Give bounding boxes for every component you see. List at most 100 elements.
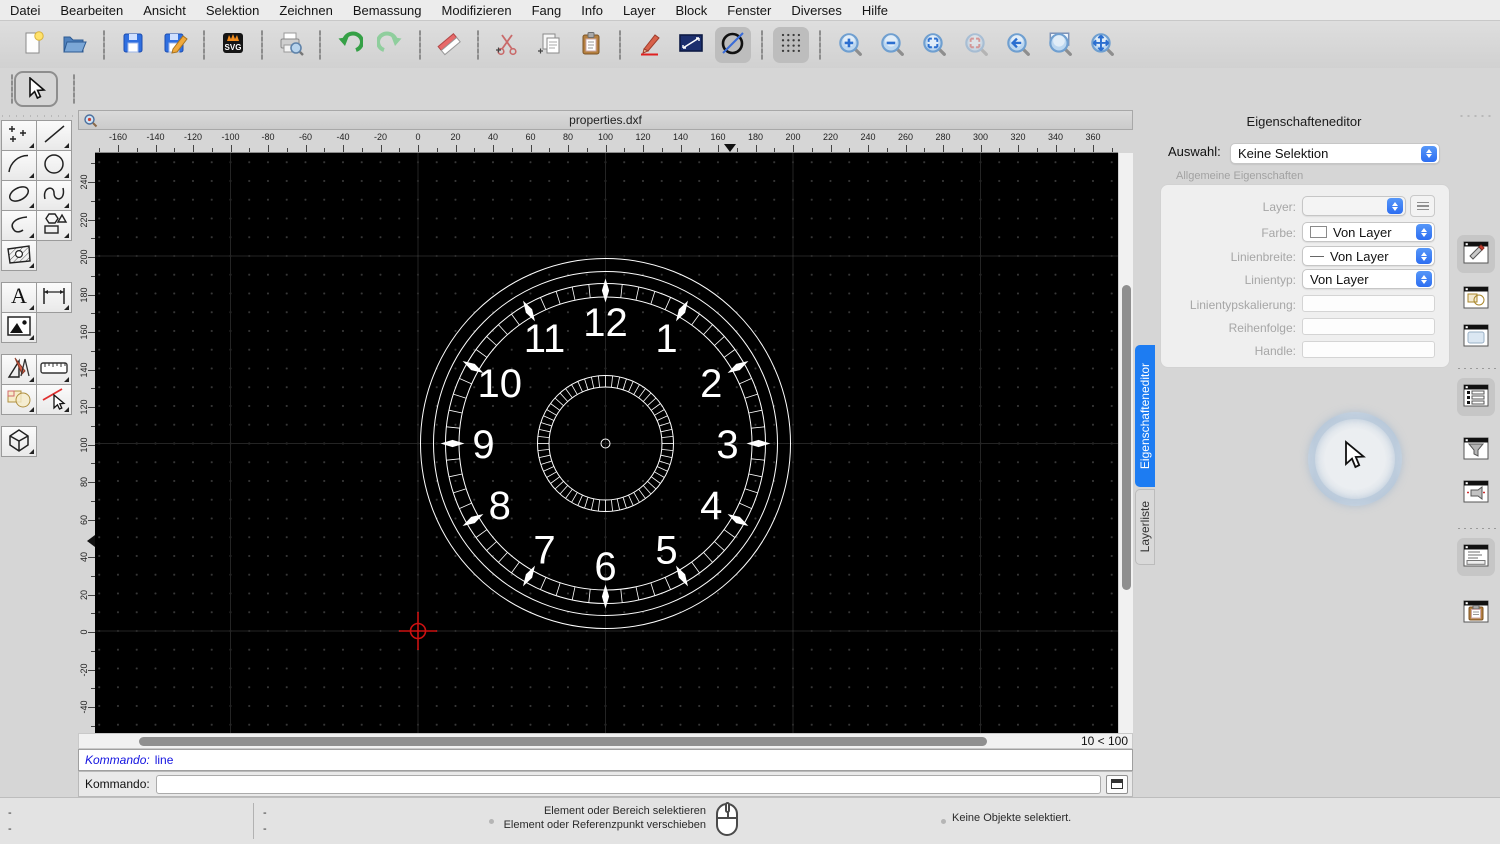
tab-layer-list[interactable]: Layerliste <box>1135 489 1155 565</box>
tool-line-button[interactable] <box>36 120 72 151</box>
zoom-in-button[interactable] <box>831 27 867 63</box>
command-input[interactable] <box>155 774 1101 794</box>
tool-dimension-button[interactable] <box>36 282 72 313</box>
toolbar-separator <box>761 29 763 60</box>
pen-button[interactable] <box>631 27 667 63</box>
color-dropdown[interactable]: Von Layer <box>1302 222 1435 242</box>
menu-item-ansicht[interactable]: Ansicht <box>143 3 186 18</box>
dock-clipboard-button[interactable] <box>1457 594 1495 632</box>
tool-select-button[interactable] <box>36 384 72 415</box>
handle-input[interactable] <box>1302 341 1435 358</box>
undo-button[interactable] <box>331 27 367 63</box>
zoom-out-button[interactable] <box>873 27 909 63</box>
line-tool-icon <box>41 122 67 149</box>
block-tool-icon <box>5 386 33 413</box>
vertical-scrollbar-thumb[interactable] <box>1122 285 1131 590</box>
document-titlebar[interactable]: properties.dxf <box>78 110 1133 130</box>
draft-rect-button[interactable] <box>673 27 709 63</box>
paste-button[interactable] <box>573 27 609 63</box>
selection-tool-button[interactable] <box>14 71 58 107</box>
zoom-previous-button[interactable] <box>999 27 1035 63</box>
zoom-selected-button[interactable] <box>957 27 993 63</box>
linetypescale-input[interactable] <box>1302 295 1435 312</box>
svg-text:1: 1 <box>655 317 677 361</box>
ellipse-tool-icon <box>6 182 32 209</box>
vertical-scrollbar[interactable] <box>1118 153 1133 733</box>
layer-dropdown[interactable] <box>1302 196 1406 216</box>
cursor-arrow-icon <box>29 77 47 100</box>
svg-text:3: 3 <box>716 423 738 467</box>
menu-item-bearbeiten[interactable]: Bearbeiten <box>60 3 123 18</box>
grid-button[interactable] <box>773 26 809 63</box>
tool-text-button[interactable]: A <box>1 282 37 313</box>
draworder-input[interactable] <box>1302 318 1435 335</box>
toolbar-separator <box>261 29 263 60</box>
spline-tool-icon <box>41 182 67 209</box>
menu-item-datei[interactable]: Datei <box>10 3 40 18</box>
cut-button[interactable] <box>489 27 525 63</box>
selection-dropdown[interactable]: Keine Selektion <box>1230 143 1440 164</box>
tool-points-button[interactable] <box>1 120 37 151</box>
tool-polyline-button[interactable] <box>1 210 37 241</box>
h-ruler-label: 360 <box>1085 132 1101 142</box>
tool-arc-button[interactable] <box>1 150 37 181</box>
delete-eraser-button[interactable] <box>431 27 467 63</box>
zoom-auto-button[interactable] <box>915 27 951 63</box>
tool-measure-button[interactable] <box>36 354 72 385</box>
drawing-canvas[interactable]: 12 1 2 3 4 5 6 7 8 9 10 11 <box>95 153 1118 733</box>
document-title: properties.dxf <box>569 113 642 127</box>
tool-spline-button[interactable] <box>36 180 72 211</box>
linetype-dropdown[interactable]: Von Layer <box>1302 269 1435 289</box>
svg-text:9: 9 <box>472 423 494 467</box>
tool-image-button[interactable] <box>1 312 37 343</box>
dropdown-stepper-icon <box>1387 198 1403 214</box>
dock-drawing-button[interactable] <box>1457 235 1495 273</box>
dock-command-button[interactable] <box>1457 538 1495 576</box>
tab-properties-editor[interactable]: Eigenschafteneditor <box>1135 345 1155 487</box>
menu-item-fang[interactable]: Fang <box>532 3 562 18</box>
tool-circle-button[interactable] <box>36 150 72 181</box>
redo-button[interactable] <box>373 27 409 63</box>
save-as-button[interactable] <box>157 27 193 63</box>
menu-item-info[interactable]: Info <box>581 3 603 18</box>
linewidth-dropdown[interactable]: Von Layer <box>1302 246 1435 266</box>
menu-item-hilfe[interactable]: Hilfe <box>862 3 888 18</box>
tool-solid-button[interactable] <box>1 426 37 457</box>
horizontal-scrollbar[interactable]: 10 < 100 <box>78 733 1133 749</box>
dock-filter-button[interactable] <box>1457 431 1495 469</box>
tool-hatch-button[interactable] <box>1 240 37 271</box>
dock-library-button[interactable] <box>1457 318 1495 356</box>
svg-export-button[interactable]: SVG <box>215 27 251 63</box>
menu-item-fenster[interactable]: Fenster <box>727 3 771 18</box>
menu-item-block[interactable]: Block <box>675 3 707 18</box>
console-icon <box>1111 779 1123 789</box>
dock-layer-list-button[interactable] <box>1457 378 1495 416</box>
layer-menu-button[interactable] <box>1410 195 1435 217</box>
h-ruler-label: 340 <box>1047 132 1064 142</box>
tool-ellipse-button[interactable] <box>1 180 37 211</box>
menu-item-selektion[interactable]: Selektion <box>206 3 259 18</box>
h-ruler-label: 280 <box>935 132 951 142</box>
toolbar-drag-handle <box>11 74 13 104</box>
menu-item-bemassung[interactable]: Bemassung <box>353 3 422 18</box>
save-button[interactable] <box>115 27 151 63</box>
dock-insert-button[interactable] <box>1457 474 1495 512</box>
draft-circle-button[interactable] <box>715 26 751 63</box>
h-ruler-label: 220 <box>822 132 839 142</box>
zoom-pan-button[interactable] <box>1083 27 1119 63</box>
tool-polygon-button[interactable] <box>36 210 72 241</box>
copy-button[interactable] <box>531 27 567 63</box>
menu-item-modifizieren[interactable]: Modifizieren <box>442 3 512 18</box>
tool-modify-button[interactable] <box>1 354 37 385</box>
horizontal-scrollbar-thumb[interactable] <box>139 737 987 746</box>
menu-item-layer[interactable]: Layer <box>623 3 656 18</box>
new-file-button[interactable] <box>15 27 51 63</box>
print-preview-button[interactable] <box>273 27 309 63</box>
zoom-window-button[interactable] <box>1041 27 1077 63</box>
dock-blocks-button[interactable] <box>1457 280 1495 318</box>
menu-item-zeichnen[interactable]: Zeichnen <box>279 3 332 18</box>
menu-item-diverses[interactable]: Diverses <box>791 3 842 18</box>
open-file-button[interactable] <box>57 27 93 63</box>
tool-block-button[interactable] <box>1 384 37 415</box>
console-toggle-button[interactable] <box>1106 774 1128 794</box>
